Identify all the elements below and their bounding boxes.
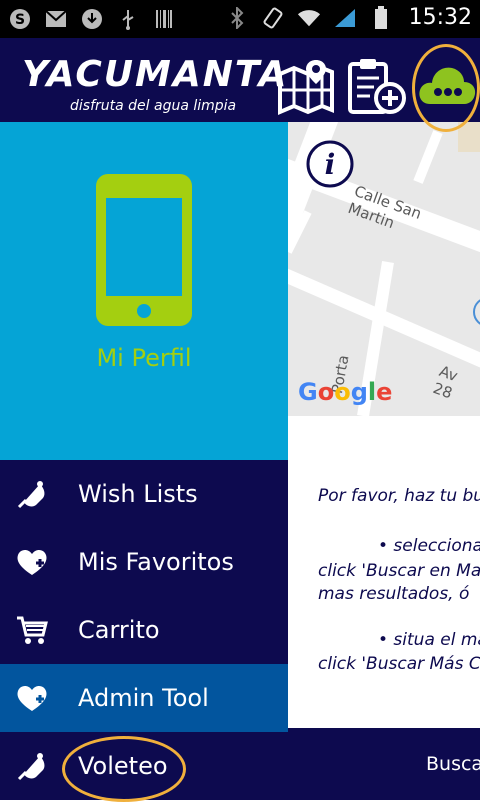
search-button-label: Busca xyxy=(426,753,480,775)
gmail-icon xyxy=(44,7,68,31)
map-view[interactable]: i Calle San Martin Av 28 Porta Google xyxy=(288,122,480,416)
skype-icon: S xyxy=(8,7,32,31)
heart-plus-icon xyxy=(16,546,48,578)
search-bottom-bar[interactable]: Busca xyxy=(288,728,480,800)
phone-icon xyxy=(96,174,192,330)
bell-icon xyxy=(16,478,48,510)
status-bar: S 15:32 xyxy=(0,0,480,38)
cloud-more-icon[interactable] xyxy=(416,58,478,112)
instruction-line: • situa el ma xyxy=(378,630,480,650)
google-logo: Google xyxy=(298,378,393,406)
bell-icon xyxy=(16,750,48,782)
menu-item-mis-favoritos[interactable]: Mis Favoritos xyxy=(0,528,288,596)
menu-item-label: Wish Lists xyxy=(78,480,198,508)
instructions-panel: Por favor, haz tu bu • selecciona click … xyxy=(288,416,480,728)
map-icon[interactable] xyxy=(276,56,336,120)
status-bar-notifications: S xyxy=(8,7,176,31)
menu-item-label: Admin Tool xyxy=(78,684,209,712)
svg-text:S: S xyxy=(15,12,25,28)
logo-title: YACUMANTA xyxy=(22,54,289,95)
menu-item-carrito[interactable]: Carrito xyxy=(0,596,288,664)
app-header: YACUMANTA disfruta del agua limpia xyxy=(0,38,480,122)
menu-item-label: Voleteo xyxy=(78,752,168,780)
cart-icon xyxy=(16,614,48,646)
instruction-line: mas resultados, ó xyxy=(318,584,470,604)
download-icon xyxy=(80,7,104,31)
battery-icon xyxy=(369,6,393,30)
instruction-line: • selecciona xyxy=(378,536,480,556)
rotate-icon xyxy=(261,6,285,30)
logo-subtitle: disfruta del agua limpia xyxy=(70,98,237,114)
heart-plus-icon xyxy=(16,682,48,714)
instruction-line: click 'Buscar en Ma xyxy=(318,561,480,581)
menu-item-label: Mis Favoritos xyxy=(78,548,234,576)
signal-icon xyxy=(333,6,357,30)
profile-section[interactable]: Mi Perfil xyxy=(0,122,288,460)
status-time: 15:32 xyxy=(408,5,472,30)
bluetooth-icon xyxy=(225,6,249,30)
barcode-icon xyxy=(152,7,176,31)
profile-label: Mi Perfil xyxy=(96,344,192,372)
info-icon[interactable]: i xyxy=(306,140,354,192)
menu-item-wish-lists[interactable]: Wish Lists xyxy=(0,460,288,528)
menu-item-admin-tool[interactable]: Admin Tool xyxy=(0,664,288,732)
svg-text:i: i xyxy=(325,148,336,181)
navigation-drawer: Mi Perfil Wish Lists Mis Favoritos Carri… xyxy=(0,122,288,800)
instruction-line: Por favor, haz tu bu xyxy=(318,486,480,506)
usb-icon xyxy=(116,7,140,31)
clipboard-add-icon[interactable] xyxy=(346,56,408,120)
status-bar-system: 15:32 xyxy=(225,6,472,30)
wifi-icon xyxy=(297,6,321,30)
menu-item-voleteo[interactable]: Voleteo xyxy=(0,732,288,800)
menu-item-label: Carrito xyxy=(78,616,160,644)
instruction-line: click 'Buscar Más C xyxy=(318,654,480,674)
